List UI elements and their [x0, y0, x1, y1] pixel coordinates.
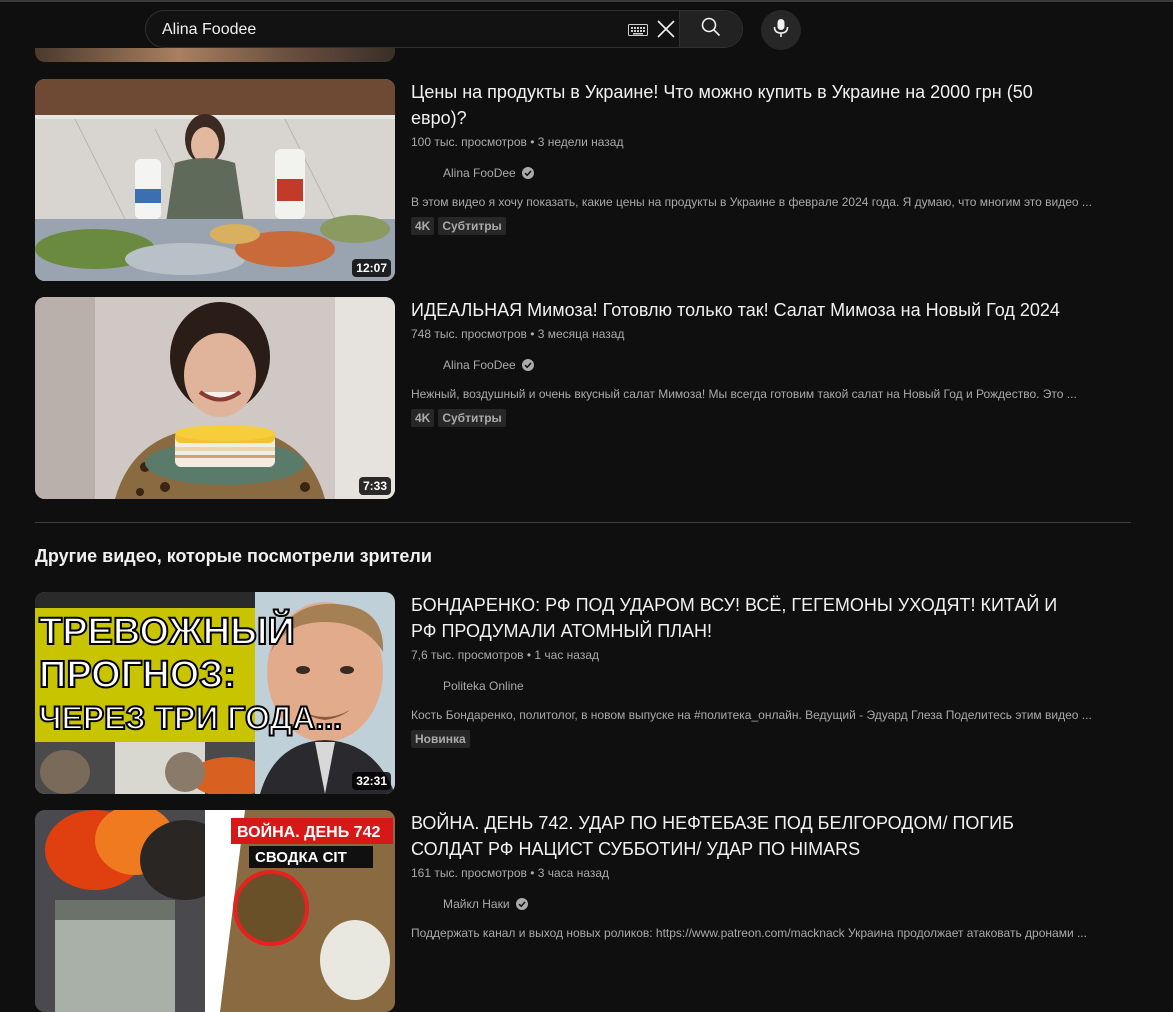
- thumbnail-caption: ВОЙНА. ДЕНЬ 742: [237, 822, 380, 841]
- previous-video-thumbnail[interactable]: [35, 48, 395, 62]
- badge-4k: 4K: [411, 409, 435, 427]
- video-meta: 100 тыс. просмотров • 3 недели назад: [411, 135, 624, 149]
- view-count: 748 тыс. просмотров: [411, 327, 527, 341]
- channel-name: Alina FooDee: [443, 358, 516, 372]
- top-border: [0, 0, 1173, 2]
- verified-badge-icon: [515, 898, 528, 910]
- badge-row: 4K Субтитры: [411, 409, 1111, 427]
- badge-row: 4K Субтитры: [411, 217, 1111, 235]
- video-info: ВОЙНА. ДЕНЬ 742. УДАР ПО НЕФТЕБАЗЕ ПОД Б…: [411, 810, 1111, 942]
- channel-name: Alina FooDee: [443, 166, 516, 180]
- video-result: ВОЙНА. ДЕНЬ 742 СВОДКА CIT ВОЙНА. ДЕНЬ 7…: [35, 810, 1135, 1012]
- video-info: Цены на продукты в Украине! Что можно ку…: [411, 79, 1111, 235]
- video-title[interactable]: Цены на продукты в Украине! Что можно ку…: [411, 79, 1081, 131]
- badge-row: Новинка: [411, 730, 1111, 748]
- video-title[interactable]: БОНДАРЕНКО: РФ ПОД УДАРОМ ВСУ! ВСЁ, ГЕГЕ…: [411, 592, 1081, 644]
- search-icon: [701, 17, 721, 42]
- upload-age: 3 месяца назад: [537, 327, 625, 341]
- video-thumbnail[interactable]: ТРЕВОЖНЫЙ ПРОГНОЗ: ЧЕРЕЗ ТРИ ГОДА... 32:…: [35, 592, 395, 794]
- clear-search-icon[interactable]: [656, 19, 676, 44]
- video-result: ТРЕВОЖНЫЙ ПРОГНОЗ: ЧЕРЕЗ ТРИ ГОДА... 32:…: [35, 592, 1135, 794]
- view-count: 7,6 тыс. просмотров: [411, 648, 524, 662]
- video-description: Кость Бондаренко, политолог, в новом вып…: [411, 708, 1092, 722]
- channel-name: Майкл Наки: [443, 897, 510, 911]
- microphone-icon: [773, 18, 789, 43]
- video-info: БОНДАРЕНКО: РФ ПОД УДАРОМ ВСУ! ВСЁ, ГЕГЕ…: [411, 592, 1111, 748]
- video-thumbnail[interactable]: ВОЙНА. ДЕНЬ 742 СВОДКА CIT: [35, 810, 395, 1012]
- video-description: Нежный, воздушный и очень вкусный салат …: [411, 387, 1077, 401]
- verified-badge-icon: [521, 359, 534, 371]
- upload-age: 3 недели назад: [537, 135, 624, 149]
- badge-subtitles: Субтитры: [438, 409, 506, 427]
- channel-link[interactable]: Майкл Наки: [411, 894, 1111, 914]
- view-count: 100 тыс. просмотров: [411, 135, 527, 149]
- video-meta: 748 тыс. просмотров • 3 месяца назад: [411, 327, 625, 341]
- search-input[interactable]: [146, 11, 634, 47]
- video-result: 12:07 Цены на продукты в Украине! Что мо…: [35, 79, 1135, 281]
- thumbnail-caption: ТРЕВОЖНЫЙ: [39, 608, 295, 653]
- badge-new: Новинка: [411, 730, 470, 748]
- channel-name: Politeka Online: [443, 679, 524, 693]
- video-title[interactable]: ВОЙНА. ДЕНЬ 742. УДАР ПО НЕФТЕБАЗЕ ПОД Б…: [411, 810, 1081, 862]
- video-meta: 7,6 тыс. просмотров • 1 час назад: [411, 648, 600, 662]
- video-thumbnail[interactable]: 7:33: [35, 297, 395, 499]
- keyboard-icon[interactable]: [628, 23, 648, 41]
- video-description: В этом видео я хочу показать, какие цены…: [411, 195, 1092, 209]
- search-box: [145, 10, 743, 48]
- video-title[interactable]: ИДЕАЛЬНАЯ Мимоза! Готовлю только так! Са…: [411, 297, 1081, 323]
- upload-age: 3 часа назад: [537, 866, 610, 880]
- video-duration: 7:33: [358, 477, 391, 495]
- thumbnail-caption: ПРОГНОЗ:: [39, 654, 236, 696]
- badge-4k: 4K: [411, 217, 435, 235]
- section-title: Другие видео, которые посмотрели зрители: [35, 546, 432, 566]
- video-result: 7:33 ИДЕАЛЬНАЯ Мимоза! Готовлю только та…: [35, 297, 1135, 499]
- channel-link[interactable]: Alina FooDee: [411, 355, 1111, 375]
- badge-subtitles: Субтитры: [438, 217, 506, 235]
- video-info: ИДЕАЛЬНАЯ Мимоза! Готовлю только так! Са…: [411, 297, 1111, 427]
- voice-search-button[interactable]: [761, 10, 801, 50]
- upload-age: 1 час назад: [534, 648, 600, 662]
- video-thumbnail[interactable]: 12:07: [35, 79, 395, 281]
- verified-badge-icon: [521, 167, 534, 179]
- thumbnail-caption: СВОДКА CIT: [255, 849, 347, 866]
- search-button[interactable]: [679, 11, 742, 47]
- section-divider: [35, 522, 1131, 523]
- video-duration: 12:07: [352, 259, 391, 277]
- channel-link[interactable]: Politeka Online: [411, 676, 1111, 696]
- channel-link[interactable]: Alina FooDee: [411, 163, 1111, 183]
- video-description: Поддержать канал и выход новых роликов: …: [411, 926, 1087, 940]
- video-duration: 32:31: [352, 772, 391, 790]
- video-meta: 161 тыс. просмотров • 3 часа назад: [411, 866, 610, 880]
- view-count: 161 тыс. просмотров: [411, 866, 527, 880]
- thumbnail-caption: ЧЕРЕЗ ТРИ ГОДА...: [39, 700, 342, 736]
